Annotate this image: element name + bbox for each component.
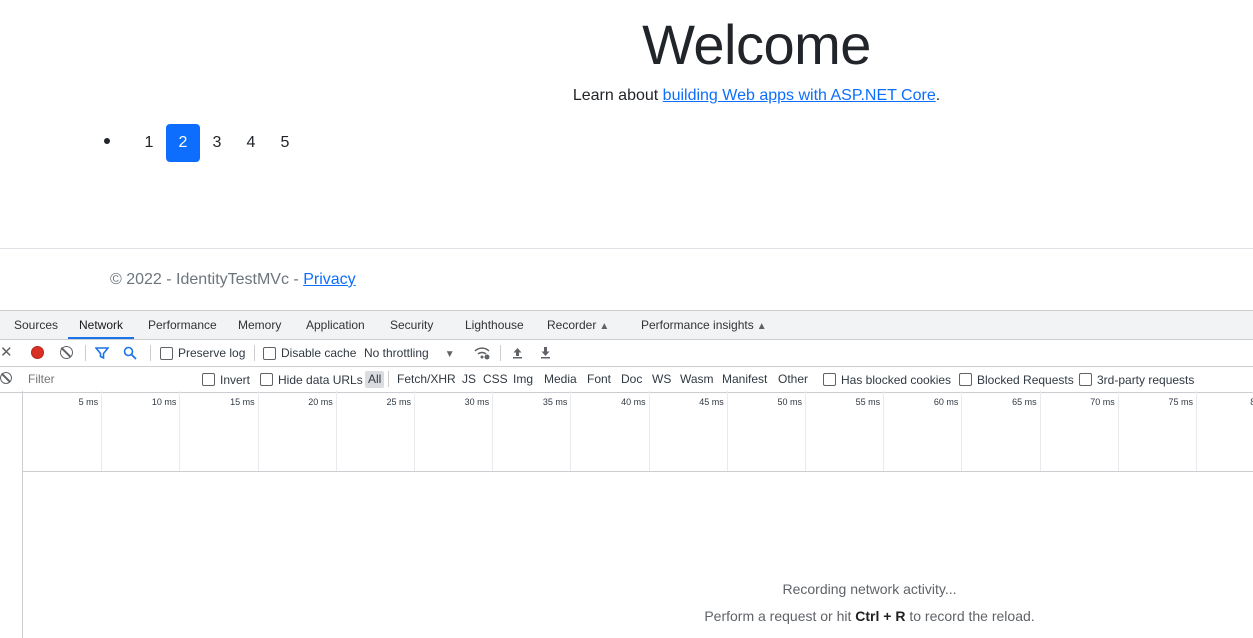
disable-cache-label: Disable cache xyxy=(281,346,357,360)
has-blocked-cookies-label: Has blocked cookies xyxy=(841,372,952,387)
filter-icon[interactable] xyxy=(95,346,109,360)
invert-label: Invert xyxy=(220,372,251,387)
third-party-requests-label: 3rd-party requests xyxy=(1097,372,1195,387)
has-blocked-cookies-checkbox[interactable]: Has blocked cookies xyxy=(823,367,951,392)
timeline-gridline xyxy=(23,391,1253,471)
tab-network[interactable]: Network xyxy=(67,311,135,339)
toolbar-separator xyxy=(85,345,86,361)
export-har-icon[interactable] xyxy=(539,346,552,359)
tab-recorder-label: Recorder xyxy=(547,318,597,332)
hide-data-urls-checkbox[interactable]: Hide data URLs xyxy=(260,367,363,392)
invert-checkbox[interactable]: Invert xyxy=(202,367,250,392)
page-link-1[interactable]: 1 xyxy=(132,124,166,162)
page-heading: Welcome xyxy=(642,13,871,76)
reload-shortcut: Ctrl + R xyxy=(855,608,906,624)
tab-lighthouse[interactable]: Lighthouse xyxy=(465,311,524,339)
close-icon[interactable]: ✕ xyxy=(0,343,13,361)
filter-type-ws[interactable]: WS xyxy=(649,371,674,388)
filter-type-manifest[interactable]: Manifest xyxy=(719,371,770,388)
footer: © 2022 - IdentityTestMVc - Privacy xyxy=(110,271,356,289)
checkbox-box xyxy=(823,373,836,386)
throttling-value: No throttling xyxy=(364,346,429,360)
disable-cache-checkbox[interactable]: Disable cache xyxy=(263,340,356,366)
blocked-requests-label: Blocked Requests xyxy=(977,372,1074,387)
page-link-2-active[interactable]: 2 xyxy=(166,124,200,162)
footer-divider xyxy=(0,248,1253,249)
footer-copyright: © 2022 - IdentityTestMVc - xyxy=(110,271,304,288)
hide-data-urls-label: Hide data URLs xyxy=(278,372,363,387)
tab-security[interactable]: Security xyxy=(390,311,433,339)
tab-performance[interactable]: Performance xyxy=(148,311,217,339)
checkbox-box xyxy=(263,346,276,360)
empty-state-hint: Perform a request or hit Ctrl + R to rec… xyxy=(0,608,1253,624)
toolbar-separator xyxy=(150,345,151,361)
list-bullet xyxy=(104,138,110,144)
filter-type-img[interactable]: Img xyxy=(510,371,536,388)
devtools-tabs: Sources Network Performance Memory Appli… xyxy=(0,311,1253,340)
toolbar-separator xyxy=(254,345,255,361)
flask-icon: ▲ xyxy=(756,321,767,332)
tab-application[interactable]: Application xyxy=(306,311,365,339)
filter-type-media[interactable]: Media xyxy=(541,371,580,388)
toolbar-separator xyxy=(500,345,501,361)
pagination: 1 2 3 4 5 xyxy=(104,124,302,162)
filter-bar: Invert Hide data URLs All Fetch/XHR JS C… xyxy=(0,367,1253,393)
flask-icon: ▲ xyxy=(599,321,610,332)
learn-prefix: Learn about xyxy=(572,87,663,104)
tab-sources[interactable]: Sources xyxy=(14,311,58,339)
checkbox-box xyxy=(959,373,972,386)
throttling-select[interactable]: No throttling ▼ xyxy=(364,340,455,366)
filter-type-font[interactable]: Font xyxy=(584,371,614,388)
empty-hint-suffix: to record the reload. xyxy=(905,608,1035,624)
toolbar-separator xyxy=(388,371,389,387)
empty-hint-prefix: Perform a request or hit xyxy=(704,608,856,624)
network-conditions-icon[interactable] xyxy=(473,345,491,361)
tab-performance-insights-label: Performance insights xyxy=(641,318,754,332)
search-icon[interactable] xyxy=(123,346,137,360)
aspnet-docs-link[interactable]: building Web apps with ASP.NET Core xyxy=(663,87,936,104)
filter-input[interactable] xyxy=(24,370,188,388)
record-icon[interactable] xyxy=(31,346,44,359)
checkbox-box xyxy=(160,346,173,360)
page-link-5[interactable]: 5 xyxy=(268,124,302,162)
network-timeline-overview[interactable]: 5 ms 10 ms 15 ms 20 ms 25 ms 30 ms 35 ms 40 ms 4… xyxy=(22,391,1253,472)
tab-performance-insights[interactable]: Performance insights ▲ xyxy=(641,311,767,339)
filter-type-js[interactable]: JS xyxy=(459,371,479,388)
web-page: Welcome Learn about building Web apps wi… xyxy=(0,0,1253,310)
filter-type-all[interactable]: All xyxy=(365,371,385,388)
page-link-4[interactable]: 4 xyxy=(234,124,268,162)
network-toolbar: ✕ Preserve log Disable cache No throttli… xyxy=(0,340,1253,367)
preserve-log-label: Preserve log xyxy=(178,346,246,360)
checkbox-box xyxy=(202,373,215,386)
filter-type-css[interactable]: CSS xyxy=(480,371,511,388)
filter-type-doc[interactable]: Doc xyxy=(618,371,645,388)
blocked-requests-checkbox[interactable]: Blocked Requests xyxy=(959,367,1074,392)
filter-type-other[interactable]: Other xyxy=(775,371,811,388)
privacy-link[interactable]: Privacy xyxy=(303,271,355,288)
checkbox-box xyxy=(260,373,273,386)
block-icon[interactable] xyxy=(0,372,12,384)
clear-icon[interactable] xyxy=(60,346,73,359)
empty-state-title: Recording network activity... xyxy=(782,581,957,597)
learn-suffix: . xyxy=(935,87,941,104)
page-link-3[interactable]: 3 xyxy=(200,124,234,162)
tab-recorder[interactable]: Recorder ▲ xyxy=(547,311,609,339)
import-har-icon[interactable] xyxy=(511,346,524,359)
tab-memory[interactable]: Memory xyxy=(238,311,281,339)
chevron-down-icon: ▼ xyxy=(444,349,455,360)
checkbox-box xyxy=(1079,373,1092,386)
preserve-log-checkbox[interactable]: Preserve log xyxy=(160,340,245,366)
learn-paragraph: Learn about building Web apps with ASP.N… xyxy=(0,87,1253,105)
third-party-requests-checkbox[interactable]: 3rd-party requests xyxy=(1079,367,1194,392)
filter-type-fetch-xhr[interactable]: Fetch/XHR xyxy=(394,371,459,388)
devtools-panel: Sources Network Performance Memory Appli… xyxy=(0,310,1253,638)
filter-type-wasm[interactable]: Wasm xyxy=(677,371,717,388)
